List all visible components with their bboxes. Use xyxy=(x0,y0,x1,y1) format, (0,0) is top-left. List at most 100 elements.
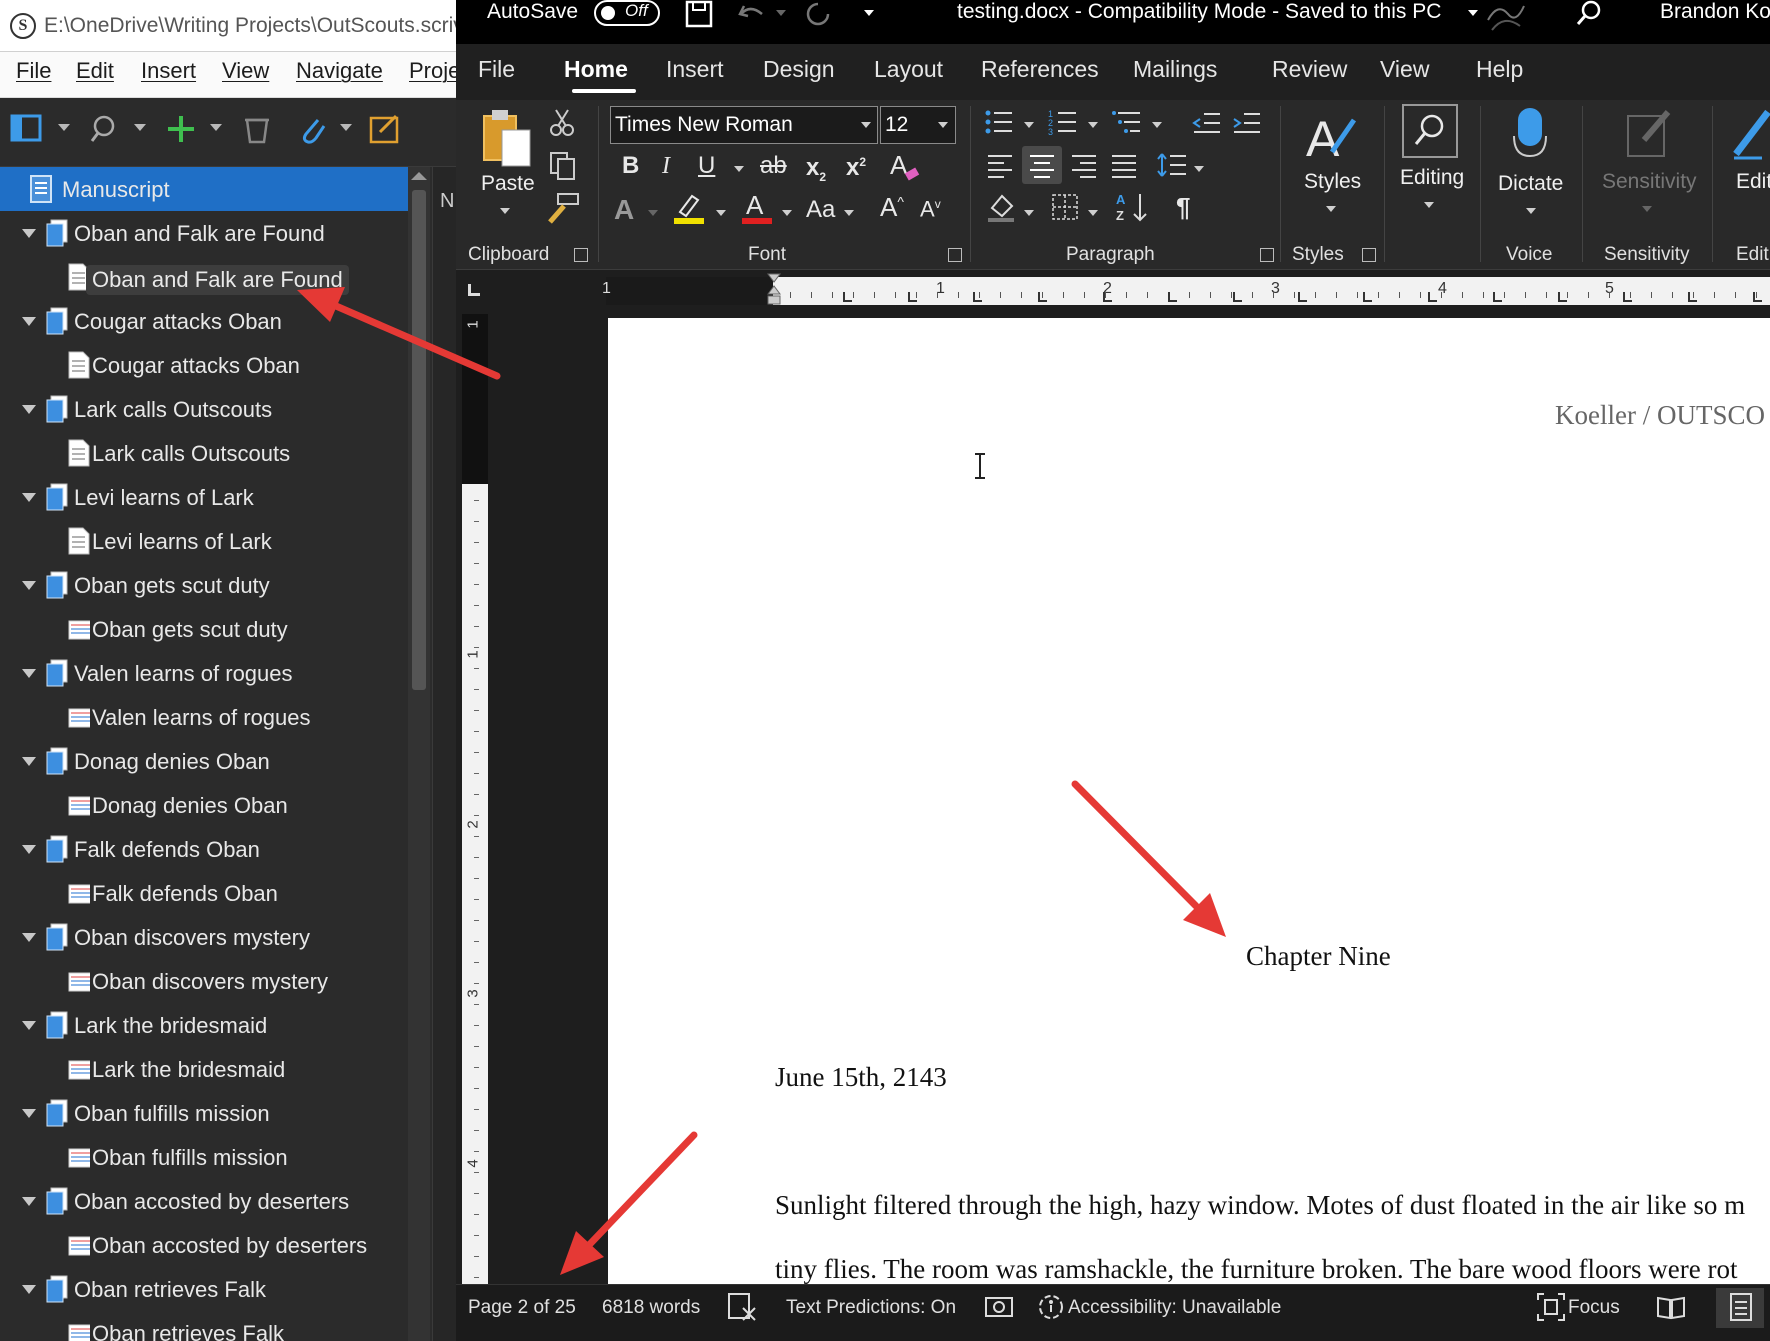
numbering-icon[interactable]: 123 xyxy=(1048,108,1078,136)
expand-triangle-icon[interactable] xyxy=(22,581,36,590)
expand-triangle-icon[interactable] xyxy=(22,757,36,766)
editing-label[interactable]: Editing xyxy=(1400,166,1464,190)
body-paragraph-line[interactable]: Sunlight filtered through the high, hazy… xyxy=(775,1190,1745,1221)
proofing-icon[interactable] xyxy=(727,1292,757,1322)
text-predictions-status[interactable]: Text Predictions: On xyxy=(786,1297,956,1319)
attachment-icon[interactable] xyxy=(296,112,330,146)
binder-folder[interactable]: Falk defends Oban xyxy=(0,827,408,871)
print-layout-icon[interactable] xyxy=(1726,1292,1756,1322)
binder-document[interactable]: Lark the bridesmaid xyxy=(0,1047,408,1091)
align-left-icon[interactable] xyxy=(986,152,1014,178)
tab-file[interactable]: File xyxy=(478,56,515,83)
tab-help[interactable]: Help xyxy=(1476,56,1523,83)
shading-icon[interactable] xyxy=(986,192,1016,224)
binder-scrollbar-thumb[interactable] xyxy=(412,190,426,690)
document-title-caret-icon[interactable] xyxy=(1468,10,1478,16)
show-formatting-marks-icon[interactable]: ¶ xyxy=(1176,194,1190,220)
binder-document[interactable]: Oban and Falk are Found xyxy=(0,255,408,299)
expand-triangle-icon[interactable] xyxy=(22,1285,36,1294)
notes-icon[interactable] xyxy=(368,112,402,146)
add-caret-icon[interactable] xyxy=(210,124,222,131)
font-color-caret-icon[interactable] xyxy=(782,210,792,216)
binder-folder[interactable]: Oban discovers mystery xyxy=(0,915,408,959)
tab-stop-icon[interactable] xyxy=(1038,292,1047,302)
tab-stop-icon[interactable] xyxy=(1428,292,1437,302)
binder-folder[interactable]: Valen learns of rogues xyxy=(0,651,408,695)
copy-icon[interactable] xyxy=(548,150,578,182)
align-right-icon[interactable] xyxy=(1070,152,1098,178)
strikethrough-icon[interactable]: ab xyxy=(760,154,787,178)
decrease-indent-icon[interactable] xyxy=(1192,110,1222,136)
change-case-caret-icon[interactable] xyxy=(844,210,854,216)
binder-folder[interactable]: Lark the bridesmaid xyxy=(0,1003,408,1047)
tab-stop-icon[interactable] xyxy=(1688,292,1697,302)
binder-folder[interactable]: Oban accosted by deserters xyxy=(0,1179,408,1223)
save-icon[interactable] xyxy=(684,0,714,28)
expand-triangle-icon[interactable] xyxy=(22,1109,36,1118)
numbering-caret-icon[interactable] xyxy=(1088,122,1098,128)
binder-document[interactable]: Cougar attacks Oban xyxy=(0,343,408,387)
font-size-caret-icon[interactable] xyxy=(938,122,948,128)
menu-navigate[interactable]: Navigate xyxy=(296,58,383,84)
expand-triangle-icon[interactable] xyxy=(22,845,36,854)
binder-document[interactable]: Oban gets scut duty xyxy=(0,607,408,651)
clear-formatting-icon[interactable]: A xyxy=(888,150,922,184)
font-color-icon[interactable]: A xyxy=(740,190,774,226)
binder-folder[interactable]: Oban retrieves Falk xyxy=(0,1267,408,1311)
binder-document[interactable]: Lark calls Outscouts xyxy=(0,431,408,475)
binder-folder[interactable]: Oban fulfills mission xyxy=(0,1091,408,1135)
redo-icon[interactable] xyxy=(802,0,834,28)
tab-insert[interactable]: Insert xyxy=(666,56,724,83)
binder-document[interactable]: Oban retrieves Falk xyxy=(0,1311,408,1341)
tab-stop-icon[interactable] xyxy=(1363,292,1372,302)
justify-icon[interactable] xyxy=(1110,152,1138,178)
bold-icon[interactable]: B xyxy=(622,154,639,178)
binder-folder[interactable]: Lark calls Outscouts xyxy=(0,387,408,431)
tab-references[interactable]: References xyxy=(981,56,1099,83)
styles-icon[interactable]: A xyxy=(1302,108,1360,164)
tab-stop-icon[interactable] xyxy=(1623,292,1632,302)
clipboard-launcher-icon[interactable] xyxy=(574,248,588,262)
binder-root-manuscript[interactable]: Manuscript xyxy=(0,167,408,211)
dictate-label[interactable]: Dictate xyxy=(1498,172,1563,196)
sort-icon[interactable]: AZ xyxy=(1116,190,1150,224)
font-name-caret-icon[interactable] xyxy=(861,122,871,128)
superscript-icon[interactable]: x2 xyxy=(846,156,866,180)
binder-folder[interactable]: Oban and Falk are Found xyxy=(0,211,408,255)
editing-icon[interactable] xyxy=(1402,104,1458,158)
multilevel-caret-icon[interactable] xyxy=(1152,122,1162,128)
search-icon[interactable] xyxy=(1574,0,1604,28)
dictate-caret-icon[interactable] xyxy=(1526,208,1536,214)
font-launcher-icon[interactable] xyxy=(948,248,962,262)
expand-triangle-icon[interactable] xyxy=(22,933,36,942)
tab-home[interactable]: Home xyxy=(564,56,628,83)
read-mode-icon[interactable] xyxy=(1656,1292,1686,1322)
quick-access-customize-icon[interactable] xyxy=(864,10,874,16)
expand-triangle-icon[interactable] xyxy=(22,493,36,502)
tab-review[interactable]: Review xyxy=(1272,56,1347,83)
binder-document[interactable]: Donag denies Oban xyxy=(0,783,408,827)
text-effects-caret-icon[interactable] xyxy=(648,210,658,216)
font-name-value[interactable]: Times New Roman xyxy=(615,113,793,137)
menu-project[interactable]: Proje xyxy=(409,58,456,84)
borders-icon[interactable] xyxy=(1050,192,1080,222)
accessibility-status[interactable]: Accessibility: Unavailable xyxy=(1068,1297,1281,1319)
tab-stop-icon[interactable] xyxy=(973,292,982,302)
expand-triangle-icon[interactable] xyxy=(22,1197,36,1206)
menu-insert[interactable]: Insert xyxy=(141,58,196,84)
binder-document[interactable]: Valen learns of rogues xyxy=(0,695,408,739)
search-icon[interactable] xyxy=(88,112,122,146)
italic-icon[interactable]: I xyxy=(662,154,670,178)
menu-edit[interactable]: Edit xyxy=(76,58,114,84)
undo-icon[interactable] xyxy=(736,0,768,28)
microphone-icon[interactable] xyxy=(1510,106,1550,160)
focus-icon[interactable] xyxy=(1536,1292,1566,1322)
page-header[interactable]: Koeller / OUTSCO xyxy=(1555,400,1765,431)
change-case-icon[interactable]: Aa xyxy=(806,198,835,222)
tab-stop-icon[interactable] xyxy=(1558,292,1567,302)
page-count[interactable]: Page 2 of 25 xyxy=(468,1297,576,1319)
align-center-icon[interactable] xyxy=(1028,152,1056,178)
tab-stop-icon[interactable] xyxy=(1298,292,1307,302)
expand-triangle-icon[interactable] xyxy=(22,405,36,414)
trash-icon[interactable] xyxy=(240,112,274,146)
